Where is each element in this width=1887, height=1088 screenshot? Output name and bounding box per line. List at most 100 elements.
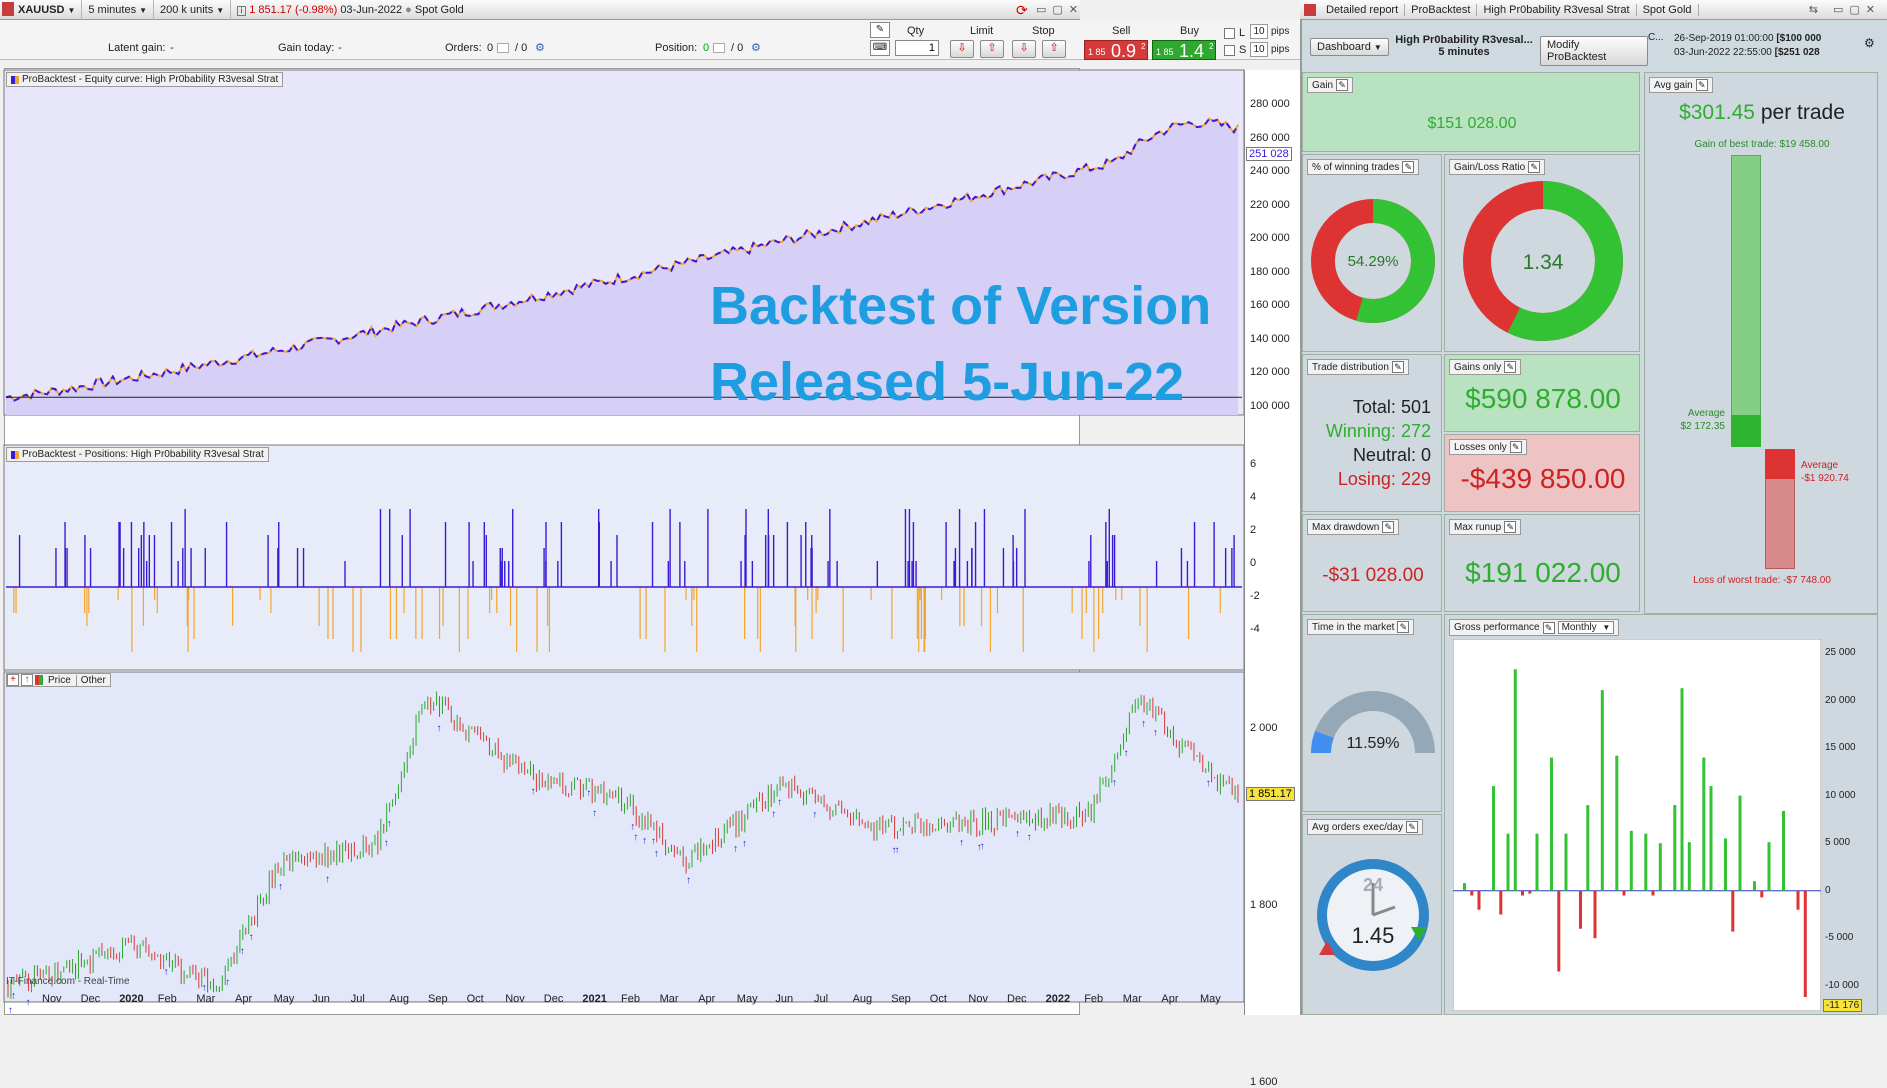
total-label: Total: [1352, 397, 1396, 417]
axis-tick-label: 4 [1250, 491, 1257, 503]
dashboard-dropdown[interactable]: Dashboard ▼ [1310, 38, 1389, 56]
trade-arrow-up-icon: ↑ [1153, 727, 1158, 738]
main-toolbar: XAUUSD ▼ 5 minutes ▼ 200 k units ▼ i 1 851.… [0, 0, 1080, 20]
equity-title: ProBacktest - Equity curve: High Pr0babi… [22, 74, 279, 85]
buy-price-big: 1.4 [1179, 41, 1205, 61]
neutral-label: Neutral: [1352, 445, 1416, 465]
report-panel: Dashboard ▼ High Pr0bability R3vesal... 5… [1300, 20, 1887, 1015]
position-toolbar: Latent gain: - Gain today: - Orders: 0 /… [0, 20, 1080, 60]
sell-price-big: 0.9 [1111, 41, 1137, 61]
x-axis-label: Nov [505, 993, 525, 1005]
wrench-icon[interactable]: ✎ [1504, 521, 1517, 533]
tab-detailed-report[interactable]: Detailed report [1320, 3, 1406, 16]
tab-strategy[interactable]: High Pr0bability R3vesal Strat [1477, 3, 1637, 16]
window-controls[interactable]: ▭▢✕ [1036, 3, 1084, 16]
x-axis-label: Jun [775, 993, 794, 1005]
losing-value: 229 [1400, 469, 1431, 489]
gross-bar-gain [1506, 833, 1510, 891]
trade-arrow-up-icon: ↑ [1123, 748, 1128, 759]
wrench-icon[interactable]: ✎ [1509, 441, 1522, 453]
l-checkbox[interactable] [1224, 28, 1235, 39]
timeframe-selector[interactable]: 5 minutes ▼ [82, 0, 154, 20]
gross-chart-bg [1453, 639, 1821, 1011]
winning-pct-value: 54.29% [1347, 253, 1399, 270]
qty-input[interactable] [895, 40, 939, 56]
sell-button[interactable]: 1 85 0.9 2 [1084, 40, 1148, 61]
close-icon[interactable]: + [7, 674, 19, 686]
trade-arrow-up-icon: ↑ [1206, 778, 1211, 789]
gross-perf-period-select[interactable]: Monthly ▼ [1557, 621, 1615, 634]
wrench-icon[interactable]: ✎ [1382, 521, 1395, 533]
positions-title-box: ProBacktest - Positions: High Pr0babilit… [6, 447, 269, 462]
instrument-name: Spot Gold [414, 4, 464, 16]
x-axis-label: 2021 [582, 993, 607, 1005]
trade-arrow-up-icon: ↑ [530, 786, 535, 797]
trade-arrow-up-icon: ↑ [630, 821, 635, 832]
gross-bar-gain [1767, 842, 1771, 891]
wrench-icon[interactable]: ✎ [1336, 79, 1349, 91]
gross-bar-loss [1499, 890, 1503, 915]
other-tab[interactable]: Other [75, 674, 110, 686]
limit-sell-button[interactable]: ⇧ [980, 40, 1004, 58]
max-drawdown-title: Max drawdown [1312, 521, 1380, 533]
edit-order-icon[interactable]: ✎ [870, 22, 890, 38]
qty-label: Qty [907, 25, 925, 37]
trade-arrow-up-icon: ↑ [771, 809, 776, 820]
buy-button[interactable]: 1 85 1.4 2 [1152, 40, 1216, 61]
x-axis-label: Oct [466, 993, 484, 1005]
wrench-icon[interactable]: ✎ [1391, 361, 1404, 373]
gross-bar-gain [1658, 843, 1662, 891]
trade-arrow-up-icon: ↑ [592, 808, 597, 819]
wrench-icon[interactable]: ✎ [1402, 161, 1415, 173]
units-selector[interactable]: 200 k units ▼ [154, 0, 232, 20]
x-axis-label: Mar [659, 993, 679, 1005]
x-axis-label: May [273, 993, 295, 1005]
avg-loss-bar [1765, 449, 1795, 479]
wrench-icon[interactable]: ✎ [1405, 821, 1418, 833]
wrench-icon[interactable]: ✎ [1695, 79, 1708, 91]
instrument-selector[interactable]: XAUUSD ▼ [4, 0, 83, 20]
tab-probacktest[interactable]: ProBacktest [1405, 3, 1478, 16]
settings-icon[interactable]: ⚙ [1864, 36, 1875, 50]
tab-instrument[interactable]: Spot Gold [1637, 3, 1699, 16]
position-icon[interactable] [713, 43, 725, 53]
x-axis-label: Aug [852, 993, 873, 1005]
gear-icon[interactable]: ⚙ [751, 41, 761, 54]
price-tab[interactable]: Price [45, 675, 74, 686]
l-pips-input[interactable]: 10 [1250, 24, 1268, 39]
wrench-icon[interactable]: ✎ [1504, 361, 1517, 373]
x-axis-label: Dec [1007, 993, 1027, 1005]
losses-only-value: -$439 850.00 [1460, 463, 1626, 494]
wrench-icon[interactable]: ✎ [1542, 621, 1555, 634]
chevron-down-icon: ▼ [67, 6, 76, 15]
modify-probacktest-button[interactable]: Modify ProBacktest [1540, 36, 1648, 66]
x-axis-label: May [736, 993, 758, 1005]
gross-bar-gain [1644, 833, 1648, 891]
limit-buy-button[interactable]: ⇩ [950, 40, 974, 58]
s-pips-input[interactable]: 10 [1250, 42, 1268, 57]
wrench-icon[interactable]: ✎ [1528, 161, 1541, 173]
chevron-down-icon: ▼ [1602, 623, 1611, 632]
trade-arrow-up-icon: ↑ [777, 797, 782, 808]
price-date: 03-Jun-2022 [340, 4, 403, 16]
avg-win-bar [1731, 415, 1761, 447]
window-controls[interactable]: ⇆ ▭▢✕ [1809, 3, 1887, 16]
x-axis-label: Mar [1122, 993, 1142, 1005]
gear-icon[interactable]: ⚙ [535, 41, 545, 54]
best-trade-bar [1731, 155, 1761, 447]
stop-sell-button[interactable]: ⇧ [1042, 40, 1066, 58]
gross-bar-gain [1492, 786, 1495, 891]
neutral-value: 0 [1420, 445, 1431, 465]
orders-icon[interactable] [497, 43, 509, 53]
wrench-icon[interactable]: ✎ [1397, 621, 1410, 633]
avg-gain-title: Avg gain [1654, 79, 1693, 91]
winning-pct-title: % of winning trades [1312, 161, 1400, 173]
keyboard-icon[interactable]: ⌨ [870, 40, 890, 56]
refresh-icon[interactable]: ⟳ [1016, 2, 1032, 18]
gross-bar-gain [1702, 757, 1706, 891]
stop-buy-button[interactable]: ⇩ [1012, 40, 1036, 58]
info-icon[interactable]: i [237, 6, 247, 16]
expand-icon[interactable]: ↑ [21, 674, 33, 686]
x-axis-label: 2020 [119, 993, 144, 1005]
s-checkbox[interactable] [1224, 45, 1235, 56]
